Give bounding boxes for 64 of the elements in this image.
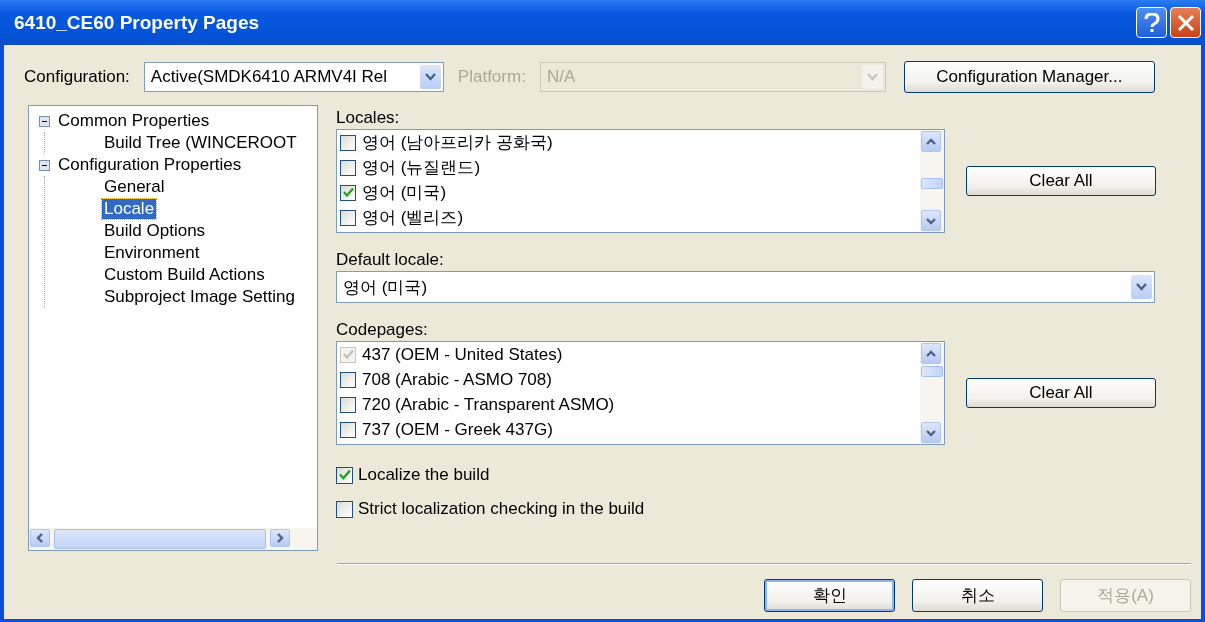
scroll-down-button[interactable] — [921, 210, 941, 231]
codepage-item[interactable]: 720 (Arabic - Transparent ASMO) — [362, 394, 615, 415]
down-chevron-icon — [926, 427, 936, 438]
checkbox[interactable] — [340, 159, 356, 176]
configuration-dropdown[interactable]: Active(SMDK6410 ARMV4I Rel — [143, 62, 444, 92]
configuration-label: Configuration: — [24, 67, 130, 87]
clear-all-button[interactable]: Clear All — [966, 166, 1156, 196]
codepage-item[interactable]: 708 (Arabic - ASMO 708) — [362, 369, 552, 390]
codepage-item[interactable]: 737 (OEM - Greek 437G) — [362, 419, 553, 440]
codepages-label: Codepages: — [336, 320, 429, 340]
locale-item[interactable]: 영어 (뉴질랜드) — [362, 156, 481, 179]
right-chevron-icon — [275, 533, 285, 543]
tree-item[interactable]: Common Properties — [56, 111, 212, 131]
scroll-thumb[interactable] — [54, 529, 266, 549]
checkbox[interactable] — [336, 466, 353, 484]
ok-button[interactable]: 확인 — [764, 579, 895, 612]
scroll-up-button[interactable] — [921, 343, 941, 364]
scroll-up-button[interactable] — [921, 131, 941, 152]
tree-item[interactable]: Subproject Image Setting — [102, 287, 297, 307]
close-button[interactable] — [1170, 7, 1201, 38]
checkbox[interactable] — [340, 421, 356, 438]
tree-item[interactable]: Build Options — [102, 221, 208, 241]
up-chevron-icon — [926, 136, 936, 147]
help-button[interactable] — [1136, 7, 1167, 38]
tree-item[interactable]: Build Tree (WINCEROOT — [102, 133, 299, 153]
locale-item[interactable]: 영어 (미국) — [362, 181, 447, 204]
checkbox[interactable] — [340, 184, 356, 201]
configuration-manager-button[interactable]: Configuration Manager... — [903, 61, 1155, 93]
default-locale-label: Default locale: — [336, 250, 445, 270]
horizontal-scrollbar[interactable] — [29, 528, 317, 550]
locale-item[interactable]: 영어 (벨리즈) — [362, 206, 464, 229]
collapse-icon[interactable] — [39, 115, 50, 127]
scroll-thumb[interactable] — [921, 366, 943, 377]
scroll-right-button[interactable] — [270, 529, 290, 547]
default-locale-dropdown[interactable]: 영어 (미국) — [336, 271, 1155, 303]
down-chevron-icon — [926, 215, 936, 226]
scroll-thumb[interactable] — [921, 178, 943, 189]
tree-item[interactable]: Environment — [102, 243, 202, 263]
left-chevron-icon — [35, 533, 45, 543]
checkbox[interactable] — [340, 396, 356, 413]
platform-label: Platform: — [457, 67, 526, 87]
checkbox[interactable] — [340, 371, 356, 388]
locale-item[interactable]: 영어 (남아프리카 공화국) — [362, 131, 553, 154]
tree-item[interactable]: Locale — [102, 199, 157, 219]
locales-label: Locales: — [336, 108, 401, 128]
close-icon — [1176, 13, 1195, 32]
checkbox[interactable] — [340, 134, 356, 151]
vertical-scrollbar[interactable] — [920, 342, 944, 444]
checkbox-label[interactable]: Localize the build — [358, 465, 490, 485]
vertical-scrollbar[interactable] — [920, 130, 944, 232]
checkbox[interactable] — [340, 209, 356, 226]
window-title: 6410_CE60 Property Pages — [14, 11, 260, 34]
tree-item[interactable]: General — [102, 177, 167, 197]
tree-item[interactable]: Custom Build Actions — [102, 265, 267, 285]
up-chevron-icon — [926, 348, 936, 359]
question-mark-icon — [1142, 12, 1161, 33]
collapse-icon[interactable] — [39, 159, 50, 171]
scroll-left-button[interactable] — [30, 529, 50, 547]
scroll-down-button[interactable] — [921, 422, 941, 443]
checkbox[interactable] — [336, 500, 353, 518]
dialog-button[interactable]: 취소 — [912, 579, 1043, 612]
tree-item[interactable]: Configuration Properties — [56, 155, 244, 175]
clear-all-button[interactable]: Clear All — [966, 378, 1156, 408]
checkbox-label[interactable]: Strict localization checking in the build — [358, 499, 645, 519]
